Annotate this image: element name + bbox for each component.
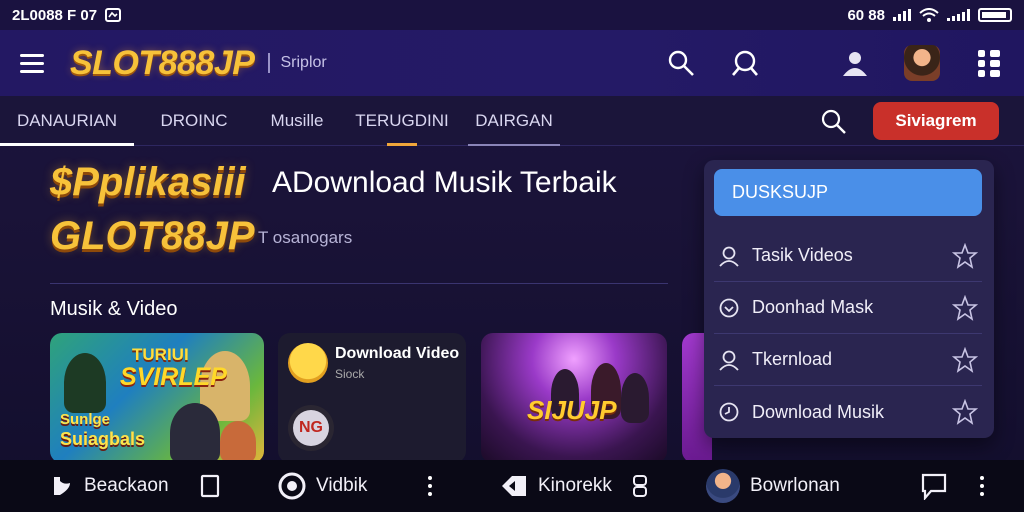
bottom-item-4[interactable]: Bowrlonan	[706, 460, 840, 512]
ng-badge-label: NG	[293, 410, 329, 446]
nav-tabs: DANAURIAN DROINC Musille TERUGDINI DAIRG…	[0, 96, 1024, 146]
more-options-button[interactable]	[428, 460, 432, 512]
tab-musille[interactable]: Musille	[258, 96, 336, 146]
bottom-item-2[interactable]: Vidbik	[278, 460, 367, 512]
card1-line4: Suiagbals	[60, 429, 146, 449]
battery-icon	[978, 8, 1012, 22]
user-icon[interactable]	[840, 48, 870, 78]
clock-icon	[718, 401, 740, 423]
tab-dairgan[interactable]: DAIRGAN	[468, 96, 560, 146]
dropdown-item-label: Tkernload	[752, 349, 833, 369]
signal-icon	[893, 9, 911, 21]
tab-indicator	[387, 142, 417, 146]
app-menu-icon[interactable]	[974, 48, 1004, 78]
user-icon	[718, 349, 740, 371]
status-bar: 2L0088 F 07 60 88	[0, 0, 1024, 30]
status-right-text: 60 88	[847, 6, 885, 24]
status-time: 2L0088 F 07	[12, 6, 98, 24]
dropdown-item[interactable]: Doonhad Mask	[714, 282, 982, 334]
hero-title: $Pplikasiii	[50, 160, 246, 204]
chat-button[interactable]	[920, 460, 948, 512]
search-dropdown: DUSKSUJP Tasik Videos Doonhad Mask Tkern…	[704, 160, 994, 438]
tab-terugdini-label: TERUGDINI	[355, 110, 449, 130]
media-card-1[interactable]: TURIUI SVIRLEP Sunlge Suiagbals	[50, 333, 264, 463]
dropdown-item[interactable]: Tkernload	[714, 334, 982, 386]
divider	[50, 283, 668, 284]
user-icon	[718, 245, 740, 267]
character-figure	[220, 421, 256, 463]
card2-subtitle: Siock	[335, 367, 365, 381]
character-figure	[64, 353, 106, 413]
appbar-actions	[666, 45, 1004, 81]
signal-bars-icon	[947, 9, 970, 21]
dropdown-search-field[interactable]: DUSKSUJP	[714, 169, 982, 216]
performer-figure	[621, 373, 649, 423]
dropdown-item-label: Doonhad Mask	[752, 297, 874, 317]
wifi-icon	[919, 8, 939, 22]
notification-icon	[105, 8, 122, 22]
tab-danaurian[interactable]: DANAURIAN	[0, 96, 134, 146]
hero-brand: GLOT88JP	[50, 214, 255, 258]
music-icon	[54, 477, 70, 495]
bottom-item-1[interactable]: Beackaon	[50, 460, 169, 512]
bottom-item-2-label: Vidbik	[316, 475, 368, 496]
bottom-item-3-label: Kinorekk	[538, 475, 612, 496]
card2-title: Download Video	[335, 345, 460, 362]
ng-badge: NG	[288, 405, 334, 451]
star-icon[interactable]	[952, 399, 978, 425]
nav-search-icon[interactable]	[820, 108, 848, 141]
hero-tagline: T osanogars	[258, 228, 353, 247]
more-vertical-icon	[428, 476, 432, 496]
character-figure	[170, 403, 220, 463]
tab-droinc[interactable]: DROINC	[154, 96, 234, 146]
card1-line1: TURIUI	[132, 345, 189, 364]
menu-icon[interactable]	[20, 53, 44, 73]
dropdown-item[interactable]: Download Musik	[714, 386, 982, 438]
search-alt-icon[interactable]	[730, 48, 760, 78]
stack-icon	[633, 475, 647, 497]
media-card-2[interactable]: Download Video Siock NG	[278, 333, 466, 463]
hero-subtitle: ADownload Musik Terbaik	[272, 166, 617, 199]
status-right: 60 88	[847, 7, 1012, 24]
tag-icon	[502, 476, 526, 496]
avatar	[706, 469, 740, 503]
card1-line3: Sunlge	[60, 411, 111, 428]
chat-icon	[921, 473, 947, 500]
avatar[interactable]	[904, 45, 940, 81]
overflow-menu-button[interactable]	[980, 460, 984, 512]
star-icon[interactable]	[952, 242, 978, 269]
bottom-bar: Beackaon Vidbik Kinorekk Bowrlonan	[0, 460, 1024, 512]
shield-icon	[718, 297, 740, 319]
status-left: 2L0088 F 07	[12, 6, 122, 24]
bottom-item-3[interactable]: Kinorekk	[500, 460, 612, 512]
dropdown-item-label: Download Musik	[752, 401, 885, 422]
bottom-item-stack[interactable]	[632, 460, 648, 512]
dropdown-item[interactable]: Tasik Videos	[714, 230, 982, 282]
video-icon	[278, 472, 306, 500]
card3-title: SIJUJP	[527, 395, 617, 425]
app-logo[interactable]: SLOT888JP	[70, 44, 255, 83]
card1-line2: SVIRLEP	[120, 363, 227, 391]
section-title: Musik & Video	[50, 298, 178, 320]
app-bar: SLOT888JP Sriplor	[0, 30, 1024, 96]
bottom-item-1-label: Beackaon	[84, 475, 169, 496]
emoji-icon	[288, 343, 328, 383]
bottom-item-4-label: Bowrlonan	[750, 475, 840, 496]
media-card-3[interactable]: SIJUJP	[481, 333, 667, 463]
more-vertical-icon	[980, 476, 984, 496]
app-subtitle: Sriplor	[268, 53, 327, 73]
star-icon[interactable]	[952, 294, 978, 321]
tab-terugdini[interactable]: TERUGDINI	[352, 96, 452, 146]
bookmark-button[interactable]	[200, 460, 220, 512]
star-icon[interactable]	[952, 346, 978, 373]
search-icon[interactable]	[666, 48, 696, 78]
dropdown-item-label: Tasik Videos	[752, 245, 853, 265]
signup-button[interactable]: Siviagrem	[873, 102, 999, 140]
bookmark-icon	[200, 474, 220, 498]
